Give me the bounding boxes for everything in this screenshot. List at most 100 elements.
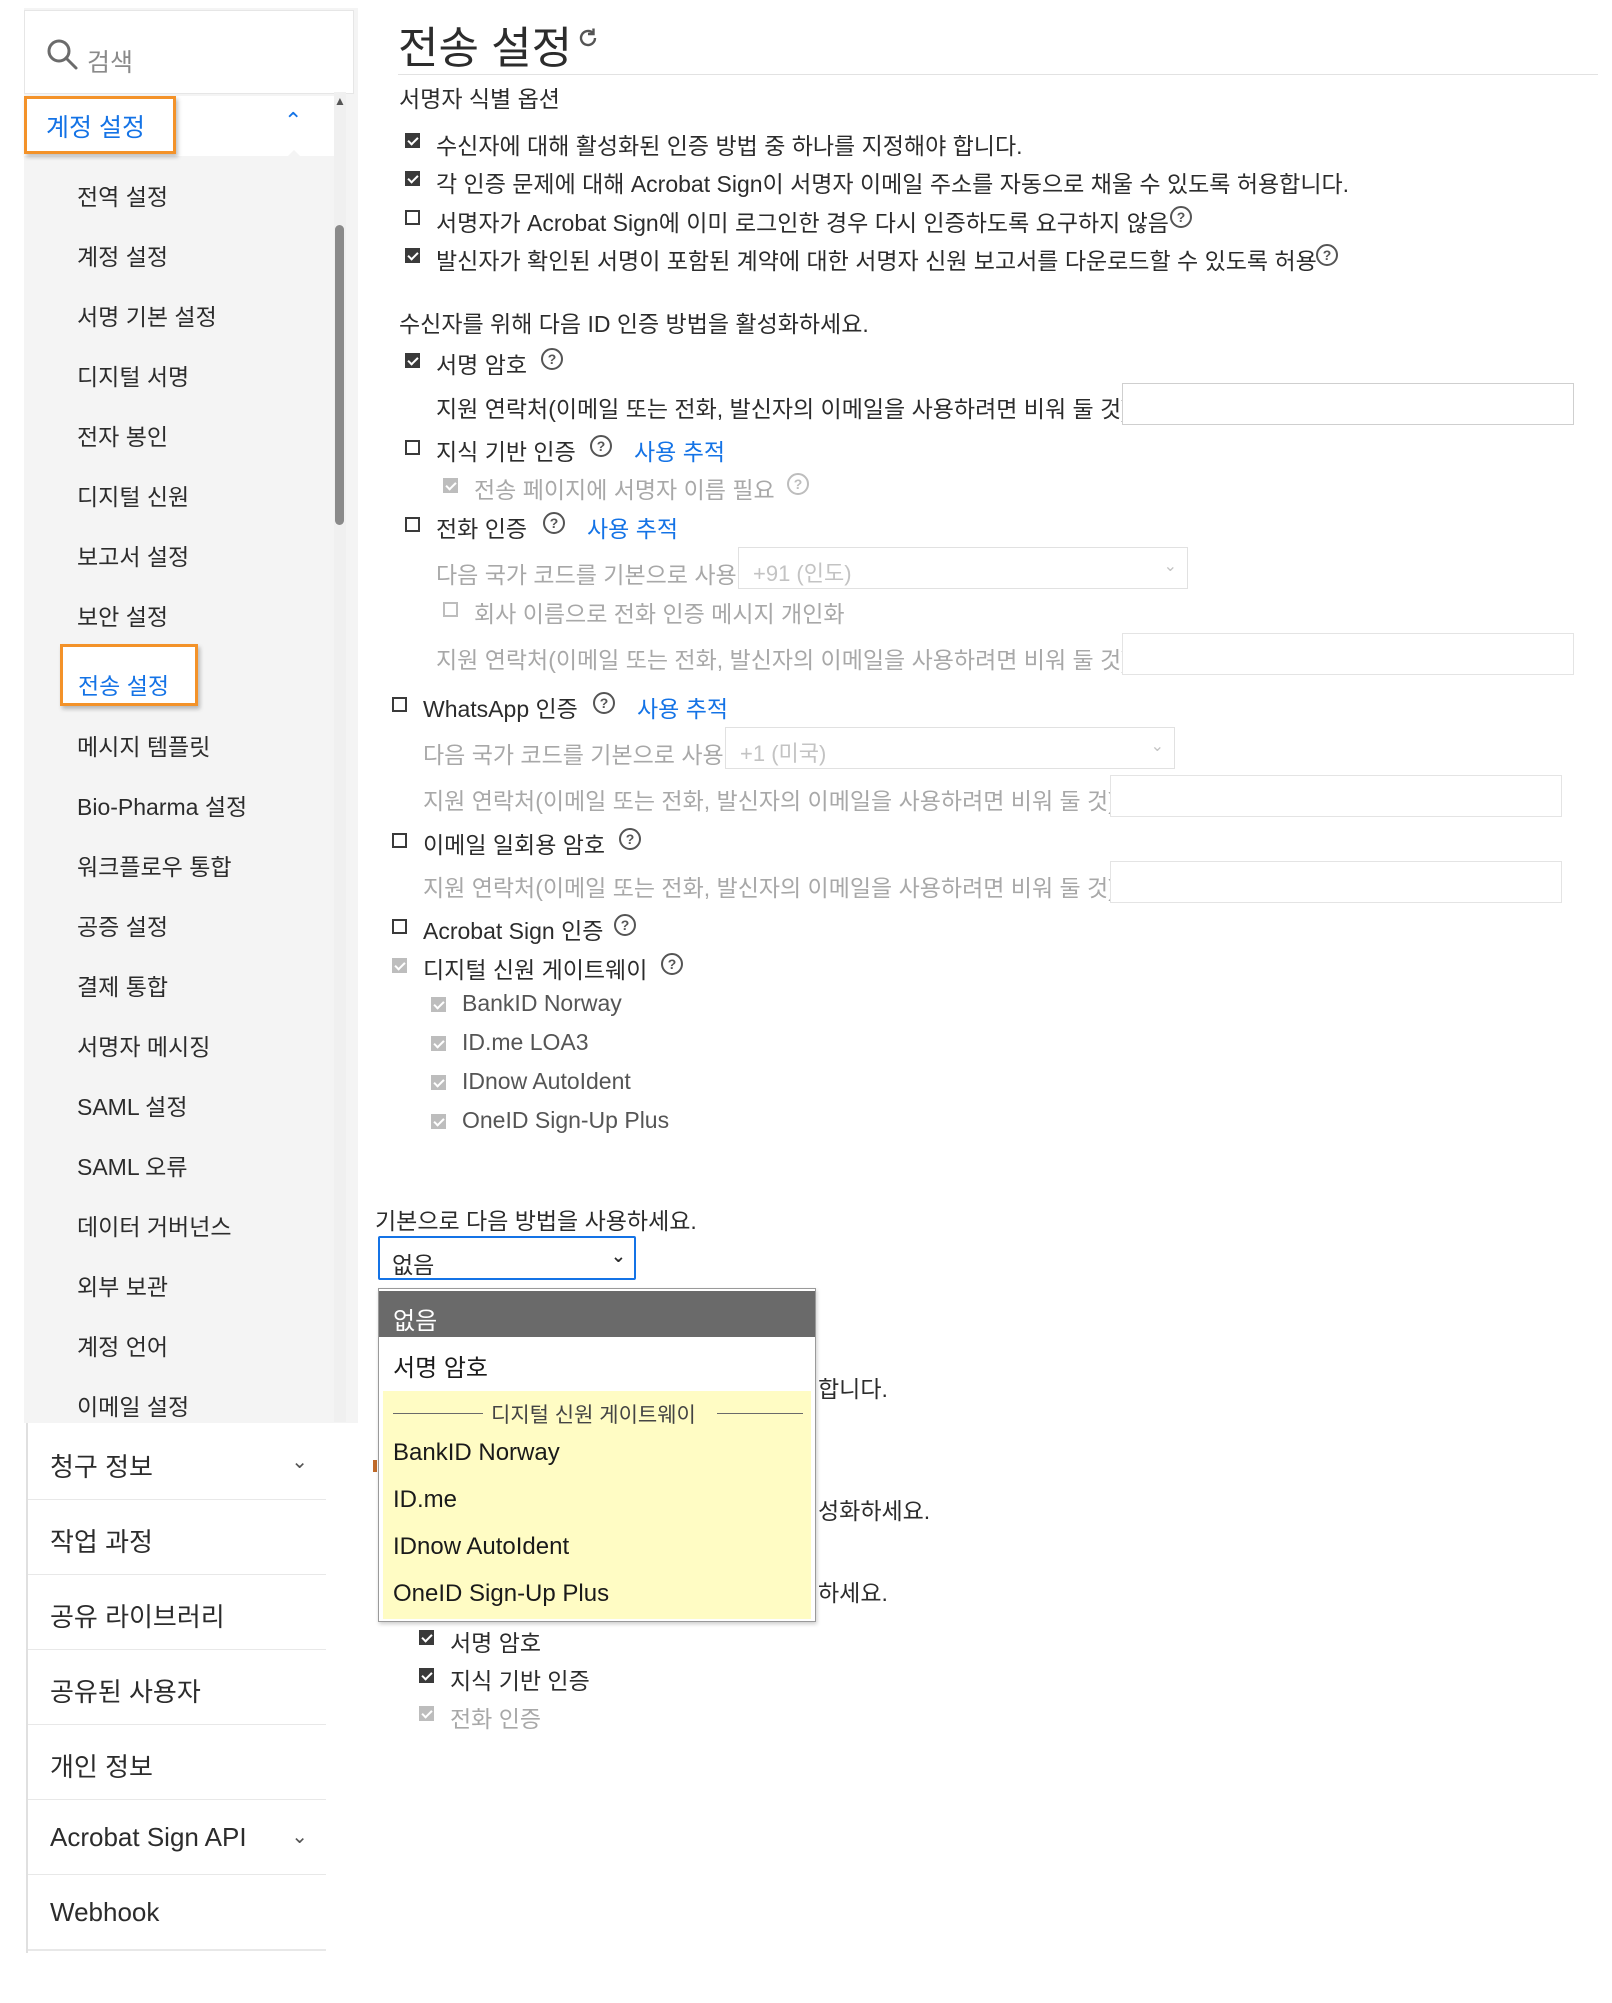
dropdown-option-idnow[interactable]: IDnow AutoIdent xyxy=(379,1523,815,1569)
kba-require-name-label: 전송 페이지에 서명자 이름 필요 xyxy=(474,477,775,503)
password-contact-label: 지원 연락처(이메일 또는 전화, 발신자의 이메일을 사용하려면 비워 둘 것… xyxy=(436,396,1136,422)
phone-auth-checkbox[interactable] xyxy=(405,517,420,532)
whatsapp-checkbox[interactable] xyxy=(392,697,407,712)
sidebar-sub-item[interactable]: 디지털 신원 xyxy=(77,478,189,512)
scroll-up-arrow-icon[interactable]: ▲ xyxy=(334,94,346,108)
nav-billing[interactable]: 청구 정보 ⌄ xyxy=(28,1425,326,1501)
help-icon[interactable]: ? xyxy=(614,914,636,936)
require-auth-label: 수신자에 대해 활성화된 인증 방법 중 하나를 지정해야 합니다. xyxy=(436,133,1023,159)
dropdown-option-label: IDnow AutoIdent xyxy=(393,1533,570,1560)
password-label: 서명 암호 xyxy=(436,352,528,378)
nav-workflow[interactable]: 작업 과정 xyxy=(28,1500,326,1576)
dropdown-option-label: OneID Sign-Up Plus xyxy=(393,1580,610,1607)
default-phone-checkbox[interactable] xyxy=(419,1706,434,1721)
default-method-select[interactable]: 없음 ⌄ xyxy=(378,1236,636,1280)
phone-personalize-checkbox[interactable] xyxy=(443,602,458,617)
nav-shared-users[interactable]: 공유된 사용자 xyxy=(28,1650,326,1726)
password-checkbox[interactable] xyxy=(405,353,420,368)
dropdown-option-idme[interactable]: ID.me xyxy=(379,1476,815,1522)
scrollbar-thumb[interactable] xyxy=(335,225,344,525)
sidebar-sub-item[interactable]: 디지털 서명 xyxy=(77,358,189,392)
dropdown-option-bankid[interactable]: BankID Norway xyxy=(379,1429,815,1475)
sidebar-sub-item[interactable]: 전자 봉인 xyxy=(77,418,168,452)
default-method-value: 없음 xyxy=(392,1252,435,1278)
dropdown-option-label: 없음 xyxy=(393,1308,438,1335)
help-icon[interactable]: ? xyxy=(661,953,683,975)
help-icon[interactable]: ? xyxy=(619,828,641,850)
phone-contact-label: 지원 연락처(이메일 또는 전화, 발신자의 이메일을 사용하려면 비워 둘 것… xyxy=(436,647,1136,673)
digital-identity-checkbox[interactable] xyxy=(392,958,407,973)
sidebar-sub-item[interactable]: 이메일 설정 xyxy=(77,1388,189,1422)
sidebar-sub-item[interactable]: 메시지 템플릿 xyxy=(77,728,210,762)
kba-require-name-checkbox[interactable] xyxy=(443,478,458,493)
phone-usage-tracking-link[interactable]: 사용 추적 xyxy=(587,510,678,544)
help-icon[interactable]: ? xyxy=(541,348,563,370)
provider-checkbox[interactable] xyxy=(431,1075,446,1090)
sidebar-sub-item[interactable]: 외부 보관 xyxy=(77,1268,168,1302)
dropdown-option-none[interactable]: 없음 xyxy=(379,1291,815,1337)
nav-shared-library[interactable]: 공유 라이브러리 xyxy=(28,1575,326,1651)
chevron-down-icon[interactable]: ⌄ xyxy=(291,1824,308,1849)
acrobat-sign-auth-checkbox[interactable] xyxy=(392,919,407,934)
autofill-email-checkbox[interactable] xyxy=(405,171,420,186)
nav-personal-info[interactable]: 개인 정보 xyxy=(28,1725,326,1801)
whatsapp-usage-tracking-link[interactable]: 사용 추적 xyxy=(637,690,728,724)
kba-usage-tracking-link[interactable]: 사용 추적 xyxy=(634,433,725,467)
search-icon xyxy=(47,39,78,70)
provider-checkbox[interactable] xyxy=(431,1114,446,1129)
refresh-icon[interactable] xyxy=(576,26,600,50)
search-box[interactable]: 검색 xyxy=(24,10,354,94)
nav-api[interactable]: Acrobat Sign API ⌄ xyxy=(28,1800,326,1876)
dropdown-option-password[interactable]: 서명 암호 xyxy=(379,1338,815,1384)
nav-label: 작업 과정 xyxy=(50,1527,153,1557)
phone-auth-label: 전화 인증 xyxy=(436,516,528,542)
sidebar-sub-item[interactable]: Bio-Pharma 설정 xyxy=(77,788,247,822)
require-auth-checkbox[interactable] xyxy=(405,133,420,148)
help-icon[interactable]: ? xyxy=(787,473,809,495)
sidebar-sub-item[interactable]: 계정 설정 xyxy=(77,238,168,272)
chevron-up-icon[interactable]: ⌃ xyxy=(284,108,302,134)
account-settings-label[interactable]: 계정 설정 xyxy=(46,108,145,144)
no-reauth-checkbox[interactable] xyxy=(405,210,420,225)
sidebar-sub-item[interactable]: 공증 설정 xyxy=(77,908,168,942)
default-method-dropdown[interactable]: 없음 서명 암호 디지털 신원 게이트웨이 BankID Norway ID.m… xyxy=(378,1288,816,1622)
help-icon[interactable]: ? xyxy=(1316,244,1338,266)
email-otp-checkbox[interactable] xyxy=(392,833,407,848)
sidebar-sub-item[interactable]: 전역 설정 xyxy=(77,178,168,212)
nav-label: Acrobat Sign API xyxy=(50,1822,247,1852)
sidebar-sub-item[interactable]: 보고서 설정 xyxy=(77,538,189,572)
whatsapp-contact-input[interactable] xyxy=(1110,775,1562,817)
phone-contact-input[interactable] xyxy=(1122,633,1574,675)
identity-report-checkbox[interactable] xyxy=(405,248,420,263)
help-icon[interactable]: ? xyxy=(590,435,612,457)
password-contact-input[interactable] xyxy=(1122,383,1574,425)
phone-country-value: +91 (인도) xyxy=(753,561,852,586)
no-reauth-label: 서명자가 Acrobat Sign에 이미 로그인한 경우 다시 인증하도록 요… xyxy=(436,210,1169,236)
default-kba-checkbox[interactable] xyxy=(419,1668,434,1683)
default-password-checkbox[interactable] xyxy=(419,1630,434,1645)
email-otp-contact-input[interactable] xyxy=(1110,861,1562,903)
kba-checkbox[interactable] xyxy=(405,440,420,455)
sidebar-sub-item-active[interactable]: 전송 설정 xyxy=(78,667,169,701)
sidebar-sub-item[interactable]: 워크플로우 통합 xyxy=(77,848,232,882)
help-icon[interactable]: ? xyxy=(543,512,565,534)
provider-checkbox[interactable] xyxy=(431,1036,446,1051)
dropdown-option-oneid[interactable]: OneID Sign-Up Plus xyxy=(379,1570,815,1616)
whatsapp-country-select[interactable]: +1 (미국) ⌄ xyxy=(725,727,1175,769)
sidebar-sub-item[interactable]: 서명자 메시징 xyxy=(77,1028,210,1062)
provider-checkbox[interactable] xyxy=(431,997,446,1012)
sidebar-sub-item[interactable]: 보안 설정 xyxy=(77,598,168,632)
sidebar-sub-item[interactable]: SAML 설정 xyxy=(77,1088,188,1122)
sidebar-sub-item[interactable]: 데이터 거버넌스 xyxy=(77,1208,232,1242)
acrobat-sign-auth-label: Acrobat Sign 인증 xyxy=(423,918,604,944)
help-icon[interactable]: ? xyxy=(593,692,615,714)
phone-country-select[interactable]: +91 (인도) ⌄ xyxy=(738,547,1188,589)
chevron-down-icon[interactable]: ⌄ xyxy=(291,1449,308,1474)
sidebar-sub-item[interactable]: 계정 언어 xyxy=(77,1328,168,1362)
obscured-mark xyxy=(373,1460,377,1472)
sidebar-sub-item[interactable]: 서명 기본 설정 xyxy=(77,298,217,332)
help-icon[interactable]: ? xyxy=(1170,206,1192,228)
nav-webhook[interactable]: Webhook xyxy=(28,1875,326,1951)
sidebar-sub-item[interactable]: 결제 통합 xyxy=(77,968,168,1002)
sidebar-sub-item[interactable]: SAML 오류 xyxy=(77,1148,188,1182)
